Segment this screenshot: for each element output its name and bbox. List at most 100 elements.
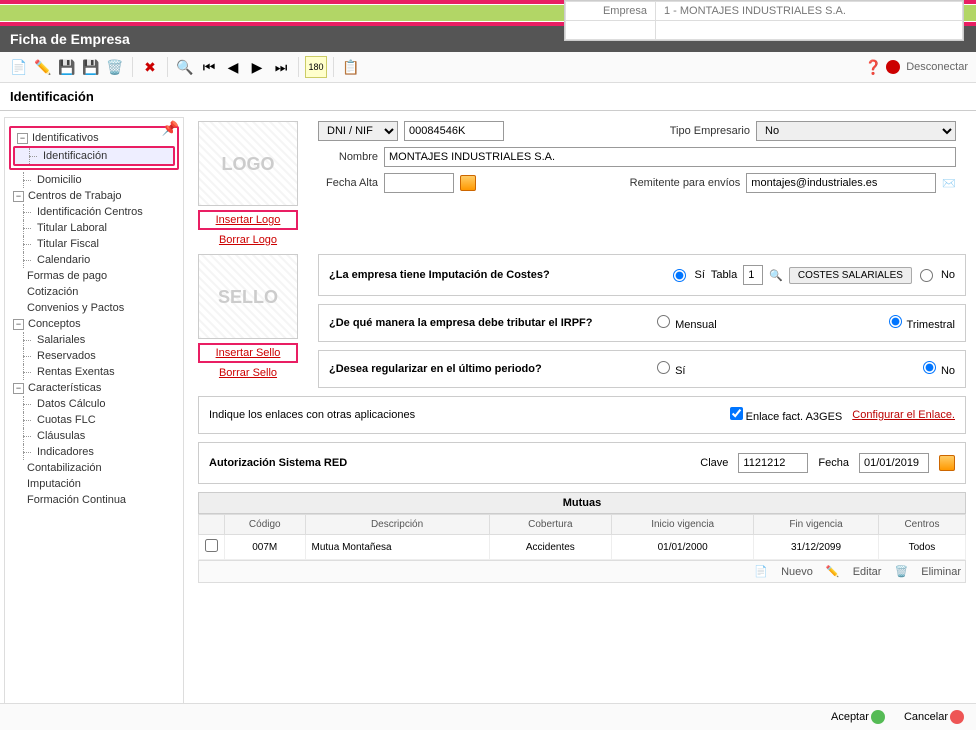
irpf-trimestral-radio[interactable] xyxy=(889,315,902,328)
company-label: Empresa xyxy=(566,2,656,21)
col-codigo[interactable]: Código xyxy=(225,515,306,535)
panel-red: Autorización Sistema RED Clave Fecha xyxy=(198,442,966,484)
sidebar-item-rentas[interactable]: Rentas Exentas xyxy=(9,364,179,380)
sidebar-group-centros[interactable]: −Centros de Trabajo xyxy=(9,188,179,204)
col-fin[interactable]: Fin vigencia xyxy=(754,515,879,535)
reg-si-radio[interactable] xyxy=(657,361,670,374)
delete-sello-link[interactable]: Borrar Sello xyxy=(198,367,298,379)
cancelar-btn[interactable]: Cancelar xyxy=(896,711,964,723)
col-cobertura[interactable]: Cobertura xyxy=(489,515,611,535)
col-inicio[interactable]: Inicio vigencia xyxy=(612,515,754,535)
help-icon[interactable]: ❓ xyxy=(862,56,884,78)
reg-no-radio[interactable] xyxy=(923,361,936,374)
company-box: Empresa1 - MONTAJES INDUSTRIALES S.A. xyxy=(564,0,964,41)
sidebar-item-convenios[interactable]: Convenios y Pactos xyxy=(9,300,179,316)
imputacion-no-radio[interactable] xyxy=(920,269,933,282)
configurar-enlace-link[interactable]: Configurar el Enlace. xyxy=(852,409,955,421)
tipo-emp-label: Tipo Empresario xyxy=(670,125,750,137)
nuevo-btn[interactable]: 📄 Nuevo xyxy=(754,566,813,578)
m180-icon[interactable]: 180 xyxy=(305,56,327,78)
sidebar-item-domicilio[interactable]: Domicilio xyxy=(9,172,179,188)
sidebar-item-id-centros[interactable]: Identificación Centros xyxy=(9,204,179,220)
sidebar-item-imputacion[interactable]: Imputación xyxy=(9,476,179,492)
sidebar-item-salariales[interactable]: Salariales xyxy=(9,332,179,348)
fecha-red-input[interactable] xyxy=(859,453,929,473)
mutuas-table: Código Descripción Cobertura Inicio vige… xyxy=(198,514,966,560)
row-check[interactable] xyxy=(205,539,218,552)
next-icon[interactable]: ▶ xyxy=(246,56,268,78)
separator xyxy=(167,57,168,77)
q-regularizar: ¿Desea regularizar en el último periodo? xyxy=(329,363,645,375)
fecha-alta-input[interactable] xyxy=(384,173,454,193)
aceptar-btn[interactable]: Aceptar xyxy=(823,711,885,723)
sidebar-item-datos-calc[interactable]: Datos Cálculo xyxy=(9,396,179,412)
sidebar-group-identificativos-hl: −Identificativos Identificación xyxy=(9,126,179,170)
section-header: Identificación xyxy=(0,83,976,111)
doc-type-select[interactable]: DNI / NIF xyxy=(318,121,398,141)
save-as-icon[interactable]: 💾 xyxy=(80,56,102,78)
sidebar-item-reservados[interactable]: Reservados xyxy=(9,348,179,364)
sidebar-item-cuotas[interactable]: Cuotas FLC xyxy=(9,412,179,428)
mutuas-actions: 📄 Nuevo ✏️ Editar 🗑️ Eliminar xyxy=(198,560,966,583)
pin-icon[interactable]: 📌 xyxy=(162,120,179,137)
edit-icon[interactable]: ✏️ xyxy=(32,56,54,78)
remitente-input[interactable] xyxy=(746,173,936,193)
sidebar-group-conceptos[interactable]: −Conceptos xyxy=(9,316,179,332)
insert-logo-link[interactable]: Insertar Logo xyxy=(198,210,298,230)
tabla-lookup-icon[interactable]: 🔍 xyxy=(769,269,783,282)
col-centros[interactable]: Centros xyxy=(878,515,965,535)
insert-sello-link[interactable]: Insertar Sello xyxy=(198,343,298,363)
irpf-mensual-radio[interactable] xyxy=(657,315,670,328)
disconnect-link[interactable]: Desconectar xyxy=(906,61,968,73)
content-area: LOGO Insertar Logo Borrar Logo DNI / NIF… xyxy=(188,115,976,715)
sello-column: SELLO Insertar Sello Borrar Sello xyxy=(198,254,298,396)
sidebar-group-caracteristicas[interactable]: −Características xyxy=(9,380,179,396)
doc-icon[interactable]: 📋 xyxy=(340,56,362,78)
table-row[interactable]: 007M Mutua Montañesa Accidentes 01/01/20… xyxy=(199,535,966,560)
eliminar-btn[interactable]: 🗑️ Eliminar xyxy=(895,566,962,578)
sidebar-item-calendario[interactable]: Calendario xyxy=(9,252,179,268)
nombre-input[interactable] xyxy=(384,147,956,167)
sidebar-item-identificacion[interactable]: Identificación xyxy=(13,146,175,166)
delete-icon[interactable]: 🗑️ xyxy=(104,56,126,78)
sidebar-item-formacion[interactable]: Formación Continua xyxy=(9,492,179,508)
delete-logo-link[interactable]: Borrar Logo xyxy=(198,234,298,246)
tabla-input[interactable] xyxy=(743,265,763,285)
enlace-a3ges-check[interactable] xyxy=(730,407,743,420)
sidebar-group-identificativos[interactable]: −Identificativos xyxy=(13,130,175,146)
cancel-icon[interactable]: ✖ xyxy=(139,56,161,78)
sidebar-item-clausulas[interactable]: Cláusulas xyxy=(9,428,179,444)
col-desc[interactable]: Descripción xyxy=(305,515,489,535)
sidebar-item-indicadores[interactable]: Indicadores xyxy=(9,444,179,460)
panel-irpf: ¿De qué manera la empresa debe tributar … xyxy=(318,304,966,342)
first-icon[interactable]: ⏮ xyxy=(198,56,220,78)
logo-placeholder[interactable]: LOGO xyxy=(198,121,298,206)
sidebar-item-contab[interactable]: Contabilización xyxy=(9,460,179,476)
calendar-icon-2[interactable] xyxy=(939,455,955,471)
costes-btn[interactable]: COSTES SALARIALES xyxy=(789,267,912,284)
q-imputacion: ¿La empresa tiene Imputación de Costes? xyxy=(329,269,661,281)
sidebar-item-formas-pago[interactable]: Formas de pago xyxy=(9,268,179,284)
sidebar-item-cotizacion[interactable]: Cotización xyxy=(9,284,179,300)
logo-column: LOGO Insertar Logo Borrar Logo xyxy=(198,121,298,246)
editar-btn[interactable]: ✏️ Editar xyxy=(826,566,882,578)
separator xyxy=(333,57,334,77)
power-icon[interactable] xyxy=(886,60,900,74)
tipo-emp-select[interactable]: No xyxy=(756,121,956,141)
sidebar-item-tit-fiscal[interactable]: Titular Fiscal xyxy=(9,236,179,252)
new-icon[interactable]: 📄 xyxy=(8,56,30,78)
clave-input[interactable] xyxy=(738,453,808,473)
search-icon[interactable]: 🔍 xyxy=(174,56,196,78)
last-icon[interactable]: ⏭ xyxy=(270,56,292,78)
q-enlaces: Indique los enlaces con otras aplicacion… xyxy=(209,409,720,421)
fecha-alta-label: Fecha Alta xyxy=(318,177,378,189)
save-icon[interactable]: 💾 xyxy=(56,56,78,78)
prev-icon[interactable]: ◀ xyxy=(222,56,244,78)
doc-value-input[interactable] xyxy=(404,121,504,141)
sello-placeholder[interactable]: SELLO xyxy=(198,254,298,339)
calendar-icon[interactable] xyxy=(460,175,476,191)
sidebar-item-tit-laboral[interactable]: Titular Laboral xyxy=(9,220,179,236)
imputacion-si-radio[interactable] xyxy=(673,269,686,282)
panel-enlaces: Indique los enlaces con otras aplicacion… xyxy=(198,396,966,434)
mail-icon[interactable]: ✉️ xyxy=(942,177,956,190)
